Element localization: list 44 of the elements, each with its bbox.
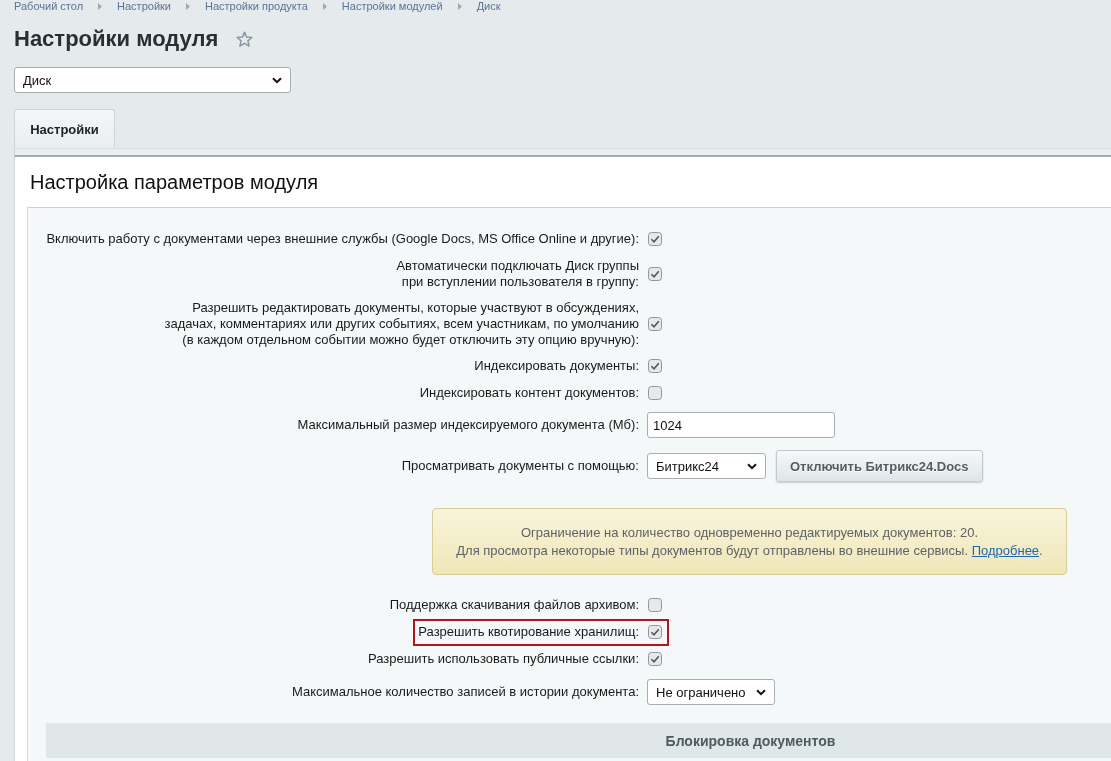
setting-label: Индексировать документы:: [474, 358, 639, 374]
setting-label: Поддержка скачивания файлов архивом:: [389, 597, 639, 613]
setting-label: Индексировать контент документов:: [419, 385, 639, 401]
breadcrumb-link[interactable]: Настройки продукта: [205, 0, 308, 12]
notice-text: Для просмотра некоторые типы документов будут отправлены во внешние сервисы. Подробнее.: [456, 541, 1043, 560]
section-heading: Настройка параметров модуля: [30, 170, 319, 194]
setting-label: Максимальный размер индексируемого документа (Мб):: [296, 417, 639, 433]
checkbox[interactable]: [648, 316, 662, 331]
setting-label: Автоматически подключать Диск группы при вступлении пользователя в группу:: [396, 257, 639, 290]
setting-label: Максимальное количество записей в истории документа:: [290, 684, 639, 700]
breadcrumb-arrow-icon: [186, 2, 190, 10]
setting-label: Просматривать документы с помощью:: [400, 458, 639, 474]
star-icon[interactable]: [236, 30, 254, 48]
breadcrumb-link[interactable]: Диск: [476, 0, 501, 12]
breadcrumb-arrow-icon: [98, 2, 103, 10]
module-select[interactable]: Диск: [14, 67, 291, 93]
more-link[interactable]: Подробнее: [971, 542, 1040, 558]
dropdown[interactable]: Битрикс24: [647, 453, 766, 479]
breadcrumb-arrow-icon: [457, 2, 462, 10]
checkbox[interactable]: [648, 359, 662, 373]
breadcrumb-link[interactable]: Рабочий стол: [14, 0, 84, 12]
setting-label: Разрешить квотирование хранилищ:: [418, 624, 639, 640]
disable-docs-button[interactable]: Отключить Битрикс24.Docs: [776, 450, 983, 482]
checkbox[interactable]: [648, 598, 662, 612]
setting-label: Разрешить редактировать документы, которые участвуют в обсуждениях, задачах, комментариях или других событиях, всем участникам, по умолчанию (в каждом отдельном событии можно будет отключить эту опцию вручную):: [164, 299, 639, 348]
chevron-icon: [755, 688, 766, 696]
checkbox[interactable]: [648, 652, 662, 666]
page-title: Настройки модуля: [14, 26, 219, 52]
tab[interactable]: Настройки: [14, 109, 115, 148]
setting-label: Включить работу с документами через внешние службы (Google Docs, MS Office Online и другие):: [46, 231, 639, 247]
section-header: Блокировка документов: [46, 723, 1111, 758]
checkbox[interactable]: [648, 625, 662, 639]
chevron-icon: [747, 462, 757, 470]
chevron-icon: [272, 76, 282, 84]
breadcrumb-link[interactable]: Настройки: [117, 0, 171, 12]
input-field[interactable]: 1024: [647, 412, 835, 438]
notice-text: Ограничение на количество одновременно редактируемых документов: 20.: [520, 523, 979, 542]
checkbox[interactable]: [648, 266, 662, 281]
setting-label: Разрешить использовать публичные ссылки:: [368, 651, 639, 667]
checkbox[interactable]: [648, 232, 662, 246]
breadcrumb-arrow-icon: [322, 2, 327, 10]
breadcrumb-link[interactable]: Настройки модулей: [341, 0, 443, 12]
dropdown[interactable]: Не ограничено: [647, 679, 775, 705]
checkbox[interactable]: [648, 386, 662, 400]
